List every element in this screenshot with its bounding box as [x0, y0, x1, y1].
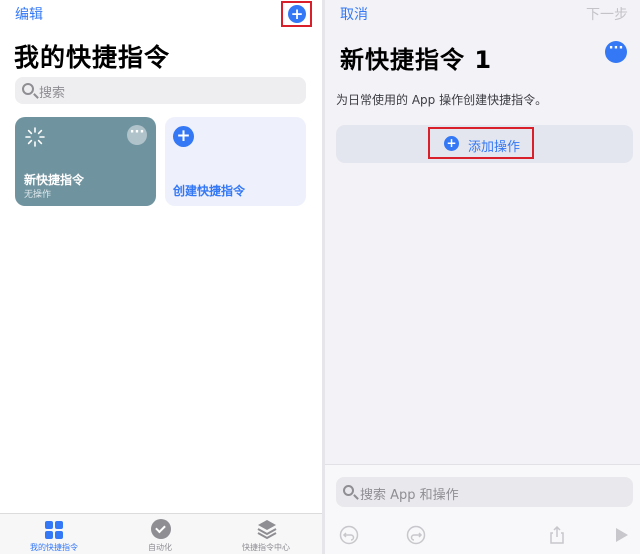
add-action-row: + 添加操作: [336, 125, 633, 163]
search-apps-input[interactable]: 搜索 App 和操作: [336, 477, 633, 507]
tab-label: 我的快捷指令: [30, 543, 78, 552]
sparkle-icon: [25, 127, 45, 147]
undo-icon[interactable]: [339, 525, 359, 545]
tab-my-shortcuts[interactable]: 我的快捷指令: [4, 514, 104, 554]
redo-icon[interactable]: [406, 525, 426, 545]
edit-button[interactable]: 编辑: [15, 4, 43, 24]
page-title: 我的快捷指令: [14, 43, 171, 72]
plus-circle-icon: +: [444, 136, 459, 151]
create-shortcut-card[interactable]: + 创建快捷指令: [165, 117, 306, 206]
search-placeholder: 搜索 App 和操作: [360, 488, 459, 503]
clock-check-icon: [151, 519, 171, 539]
search-icon: [343, 485, 354, 496]
shortcuts-library-screen: 编辑 + 我的快捷指令 搜索 ··· 新快捷指令 无操作 + 创建快捷指令 我的…: [0, 0, 322, 554]
tab-gallery[interactable]: 快捷指令中心: [216, 514, 316, 554]
create-shortcut-label: 创建快捷指令: [173, 184, 246, 198]
shortcut-card-title: 新快捷指令: [24, 173, 85, 187]
shortcut-title: 新快捷指令 1: [340, 46, 493, 74]
more-options-icon[interactable]: ···: [127, 125, 147, 145]
tab-label: 自动化: [148, 543, 172, 552]
add-action-label: 添加操作: [468, 140, 521, 155]
bottom-sheet: 搜索 App 和操作: [325, 464, 640, 554]
new-shortcut-editor-screen: 取消 下一步 新快捷指令 1 ··· 为日常使用的 App 操作创建快捷指令。 …: [325, 0, 640, 554]
next-button[interactable]: 下一步: [586, 4, 628, 24]
search-icon: [22, 83, 34, 95]
tab-label: 快捷指令中心: [242, 543, 290, 552]
tab-automation[interactable]: 自动化: [110, 514, 210, 554]
search-placeholder: 搜索: [39, 86, 66, 101]
tab-bar: 我的快捷指令 自动化 快捷指令中心: [0, 513, 322, 554]
shortcut-card-new[interactable]: ··· 新快捷指令 无操作: [15, 117, 156, 206]
plus-circle-icon: +: [173, 126, 194, 147]
add-shortcut-button[interactable]: +: [281, 1, 312, 27]
shortcut-card-subtitle: 无操作: [24, 190, 52, 200]
search-input[interactable]: 搜索: [15, 77, 306, 104]
share-icon[interactable]: [547, 525, 567, 545]
layers-icon: [257, 520, 277, 540]
cancel-button[interactable]: 取消: [340, 4, 368, 24]
grid-icon: [45, 521, 63, 539]
more-options-icon[interactable]: ···: [605, 41, 627, 63]
plus-circle-icon: +: [288, 5, 306, 23]
description-text: 为日常使用的 App 操作创建快捷指令。: [336, 93, 548, 107]
add-action-button[interactable]: + 添加操作: [428, 127, 534, 159]
play-icon[interactable]: [611, 525, 631, 545]
